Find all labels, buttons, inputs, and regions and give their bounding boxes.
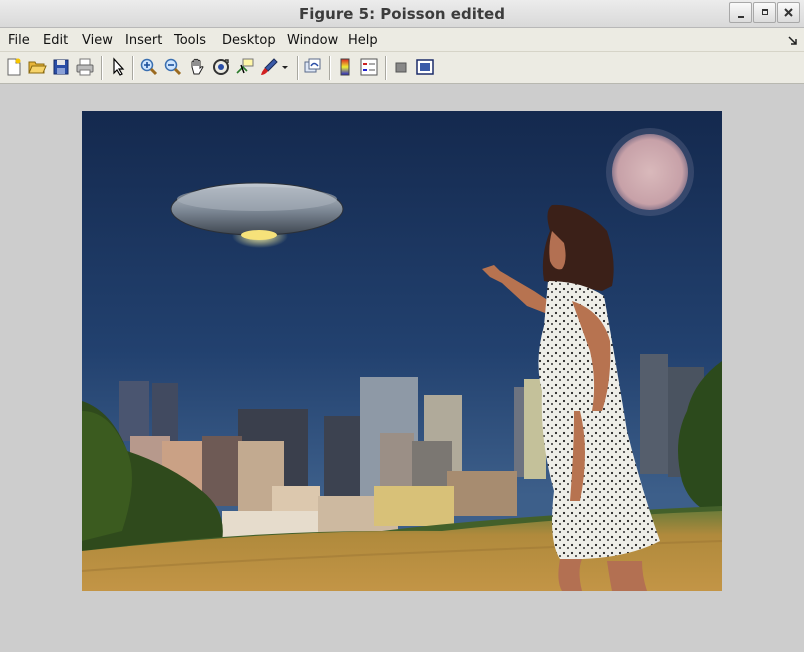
print-icon[interactable] — [75, 57, 95, 77]
rotate-3d-icon[interactable] — [211, 57, 231, 77]
menu-tools[interactable]: Tools — [174, 33, 206, 48]
maximize-button[interactable] — [753, 2, 776, 23]
minimize-button[interactable] — [729, 2, 752, 23]
data-cursor-icon[interactable] — [235, 57, 255, 77]
menu-file[interactable]: File — [8, 33, 30, 48]
save-icon[interactable] — [51, 57, 71, 77]
menu-edit[interactable]: Edit — [43, 33, 68, 48]
close-icon — [784, 8, 793, 17]
poisson-edited-image — [82, 111, 722, 591]
title-bar: Figure 5: Poisson edited — [0, 0, 804, 28]
hide-plot-tools-icon[interactable] — [391, 57, 411, 77]
pan-hand-icon[interactable] — [187, 57, 207, 77]
edit-plot-arrow-icon[interactable] — [108, 57, 128, 77]
menu-view[interactable]: View — [82, 33, 113, 48]
figure-toolbar — [0, 52, 804, 84]
menu-window[interactable]: Window — [287, 33, 338, 48]
toolbar-separator — [132, 56, 134, 80]
toolbar-separator — [101, 56, 103, 80]
show-plot-tools-icon[interactable] — [415, 57, 435, 77]
link-plot-icon[interactable] — [303, 57, 323, 77]
window-title: Figure 5: Poisson edited — [299, 5, 505, 23]
brush-dropdown-icon[interactable] — [279, 57, 291, 77]
toolbar-separator — [385, 56, 387, 80]
menu-desktop[interactable]: Desktop — [222, 33, 276, 48]
brush-icon[interactable] — [259, 57, 279, 77]
menu-bar: File Edit View Insert Tools Desktop Wind… — [0, 28, 804, 52]
zoom-out-icon[interactable] — [163, 57, 183, 77]
toolbar-separator — [329, 56, 331, 80]
new-figure-icon[interactable] — [4, 57, 24, 77]
menu-insert[interactable]: Insert — [125, 33, 162, 48]
toolbar-separator — [297, 56, 299, 80]
insert-colorbar-icon[interactable] — [335, 57, 355, 77]
zoom-in-icon[interactable] — [139, 57, 159, 77]
open-file-icon[interactable] — [27, 57, 47, 77]
maximize-icon — [762, 9, 768, 15]
insert-legend-icon[interactable] — [359, 57, 379, 77]
dock-arrow-icon[interactable] — [788, 36, 798, 46]
minimize-icon — [738, 16, 744, 18]
image-axes[interactable] — [82, 111, 722, 591]
close-button[interactable] — [777, 2, 800, 23]
menu-help[interactable]: Help — [348, 33, 378, 48]
